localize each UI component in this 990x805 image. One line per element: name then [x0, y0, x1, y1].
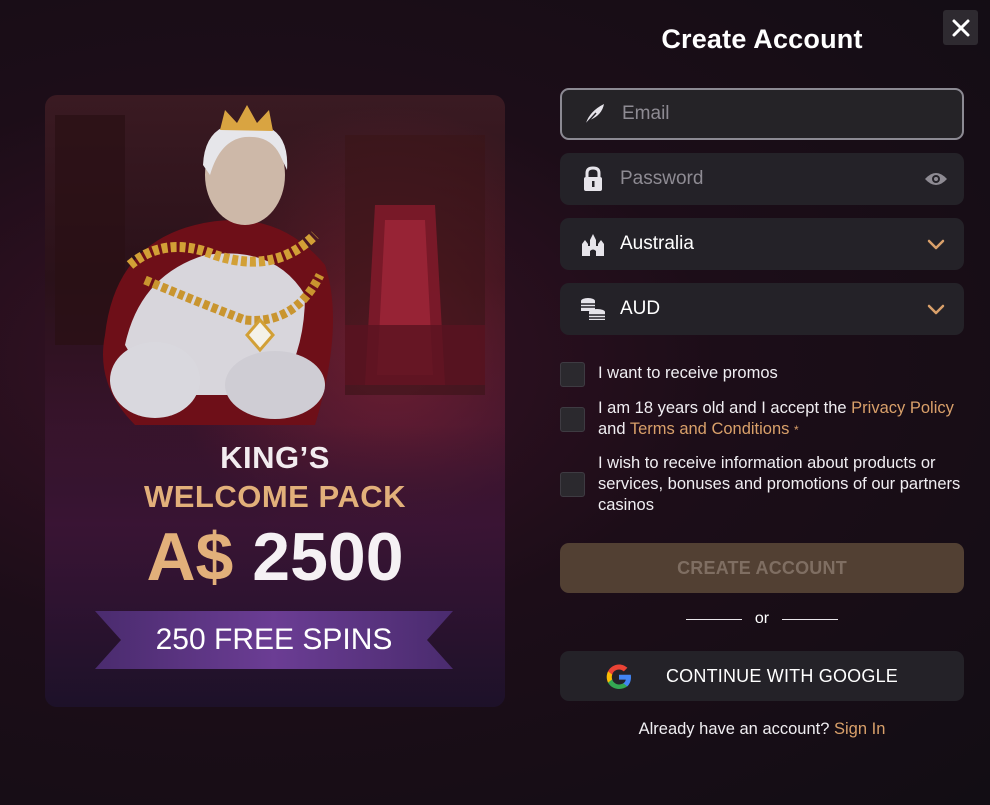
- promos-label: I want to receive promos: [598, 364, 778, 382]
- partners-label: I wish to receive information about prod…: [598, 454, 961, 514]
- promo-amount: A$ 2500: [45, 519, 505, 595]
- feather-icon: [580, 99, 610, 129]
- terms-checkbox[interactable]: [560, 407, 585, 432]
- signin-prompt: Already have an account? Sign In: [560, 720, 964, 739]
- google-button-label: CONTINUE WITH GOOGLE: [665, 665, 898, 686]
- chevron-down-icon: [924, 297, 948, 321]
- signin-link[interactable]: Sign In: [834, 720, 885, 738]
- divider-line-left: [686, 618, 742, 620]
- promos-checkbox[interactable]: [560, 362, 585, 387]
- terms-label-prefix: I am 18 years old and I accept the: [598, 399, 847, 417]
- or-text: or: [754, 610, 770, 627]
- eye-icon[interactable]: [924, 167, 948, 191]
- welcome-promo-banner: KING’S WELCOME PACK A$ 2500 250 FREE SPI…: [45, 95, 505, 707]
- promos-consent-row: I want to receive promos: [560, 362, 964, 387]
- or-divider: or: [686, 608, 838, 630]
- coins-icon: [578, 294, 608, 324]
- email-placeholder: Email: [622, 103, 670, 124]
- privacy-policy-link[interactable]: Privacy Policy: [851, 399, 954, 417]
- signin-prompt-text: Already have an account?: [638, 720, 830, 738]
- country-value: Australia: [620, 233, 694, 254]
- currency-value: AUD: [620, 298, 661, 319]
- terms-conditions-link[interactable]: Terms and Conditions: [630, 420, 790, 438]
- promo-title-line2: WELCOME PACK: [143, 479, 407, 514]
- continue-with-google-button[interactable]: CONTINUE WITH GOOGLE: [560, 651, 964, 701]
- create-account-button[interactable]: CREATE ACCOUNT: [560, 543, 964, 593]
- promo-free-spins: 250 FREE SPINS: [155, 623, 393, 656]
- promo-title-line1: KING’S: [220, 440, 330, 475]
- promo-value: 2500: [252, 519, 404, 595]
- country-select[interactable]: Australia: [560, 218, 964, 270]
- email-field[interactable]: Email: [560, 88, 964, 140]
- terms-label: I am 18 years old and I accept the Priva…: [598, 398, 964, 441]
- password-placeholder: Password: [620, 168, 704, 189]
- dialog-title: Create Account: [661, 24, 863, 54]
- terms-consent-row: I am 18 years old and I accept the Priva…: [560, 398, 964, 442]
- partners-checkbox[interactable]: [560, 472, 585, 497]
- required-mark: *: [794, 423, 799, 437]
- divider-line-right: [781, 618, 838, 620]
- terms-label-and: and: [598, 420, 626, 438]
- lock-icon: [578, 164, 608, 194]
- castle-icon: [578, 229, 608, 259]
- partners-consent-row: I wish to receive information about prod…: [560, 453, 964, 517]
- password-field[interactable]: Password: [560, 153, 964, 205]
- currency-select[interactable]: AUD: [560, 283, 964, 335]
- promo-currency: A$: [146, 519, 234, 595]
- chevron-down-icon: [924, 232, 948, 256]
